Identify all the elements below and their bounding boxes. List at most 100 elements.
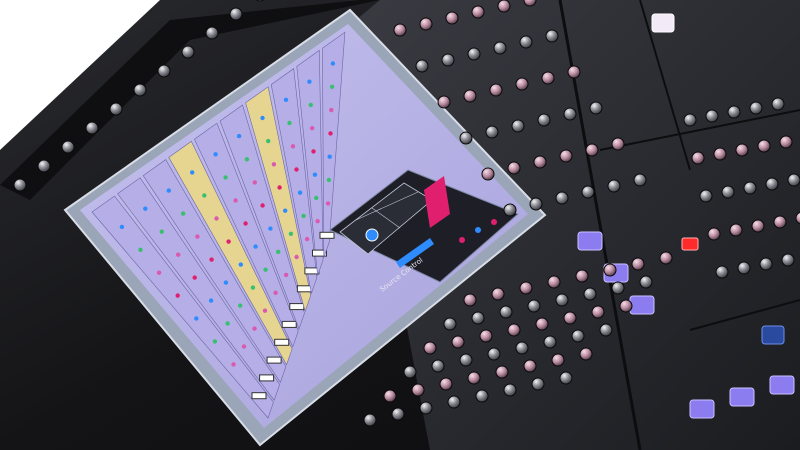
rotary-knob[interactable] [779,135,793,149]
rotary-knob[interactable] [447,395,461,409]
rotary-knob[interactable] [543,335,557,349]
rotary-knob[interactable] [527,299,541,313]
rotary-knob[interactable] [555,191,569,205]
rotary-knob[interactable] [533,155,547,169]
purple-function-button[interactable] [577,231,603,251]
purple-function-button[interactable] [769,375,795,395]
purple-function-button[interactable] [629,295,655,315]
rotary-knob[interactable] [765,177,779,191]
rotary-knob[interactable] [157,64,171,78]
rotary-knob[interactable] [575,269,589,283]
rotary-knob[interactable] [589,101,603,115]
rotary-knob[interactable] [363,413,377,427]
rotary-knob[interactable] [519,35,533,49]
rotary-knob[interactable] [705,109,719,123]
rotary-knob[interactable] [537,113,551,127]
rotary-knob[interactable] [479,329,493,343]
rotary-knob[interactable] [439,377,453,391]
rotary-knob[interactable] [551,353,565,367]
rotary-knob[interactable] [659,251,673,265]
rotary-knob[interactable] [485,125,499,139]
rotary-knob[interactable] [713,147,727,161]
red-record-button[interactable] [681,237,699,251]
channel-name-tab[interactable] [266,356,282,364]
rotary-knob[interactable] [467,47,481,61]
rotary-knob[interactable] [599,323,613,337]
rotary-knob[interactable] [683,113,697,127]
rotary-knob[interactable] [585,143,599,157]
rotary-knob[interactable] [229,7,243,21]
rotary-knob[interactable] [547,275,561,289]
rotary-knob[interactable] [471,311,485,325]
rotary-knob[interactable] [507,161,521,175]
rotary-knob[interactable] [743,181,757,195]
rotary-knob[interactable] [773,215,787,229]
rotary-knob[interactable] [503,383,517,397]
rotary-knob[interactable] [535,317,549,331]
rotary-knob[interactable] [13,178,27,192]
rotary-knob[interactable] [639,275,653,289]
rotary-knob[interactable] [499,305,513,319]
rotary-knob[interactable] [529,197,543,211]
rotary-knob[interactable] [591,305,605,319]
rotary-knob[interactable] [495,365,509,379]
rotary-knob[interactable] [37,159,51,173]
rotary-knob[interactable] [771,97,785,111]
rotary-knob[interactable] [721,185,735,199]
rotary-knob[interactable] [735,143,749,157]
rotary-knob[interactable] [523,359,537,373]
panner-position-dot[interactable] [365,228,379,242]
rotary-knob[interactable] [759,257,773,271]
purple-function-button[interactable] [729,387,755,407]
channel-name-tab[interactable] [289,303,305,311]
rotary-knob[interactable] [519,281,533,295]
rotary-knob[interactable] [491,287,505,301]
rotary-knob[interactable] [419,401,433,415]
channel-name-tab[interactable] [296,285,312,293]
rotary-knob[interactable] [419,17,433,31]
rotary-knob[interactable] [727,105,741,119]
channel-name-tab[interactable] [259,374,275,382]
rotary-knob[interactable] [567,65,581,79]
rotary-knob[interactable] [691,151,705,165]
rotary-knob[interactable] [467,371,481,385]
rotary-knob[interactable] [583,287,597,301]
rotary-knob[interactable] [571,329,585,343]
rotary-knob[interactable] [631,257,645,271]
purple-function-button[interactable] [689,399,715,419]
rotary-knob[interactable] [411,383,425,397]
rotary-knob[interactable] [133,83,147,97]
rotary-knob[interactable] [181,45,195,59]
rotary-knob[interactable] [415,59,429,73]
rotary-knob[interactable] [563,107,577,121]
rotary-knob[interactable] [749,101,763,115]
rotary-knob[interactable] [545,29,559,43]
rotary-knob[interactable] [515,77,529,91]
rotary-knob[interactable] [459,353,473,367]
rotary-knob[interactable] [559,149,573,163]
rotary-knob[interactable] [531,377,545,391]
channel-name-tab[interactable] [274,338,290,346]
rotary-knob[interactable] [497,0,511,13]
rotary-knob[interactable] [757,139,771,153]
rotary-knob[interactable] [445,11,459,25]
rotary-knob[interactable] [511,119,525,133]
rotary-knob[interactable] [563,311,577,325]
rotary-knob[interactable] [443,317,457,331]
rotary-knob[interactable] [459,131,473,145]
rotary-knob[interactable] [463,293,477,307]
rotary-knob[interactable] [61,140,75,154]
select-button-lit[interactable] [651,13,675,33]
rotary-knob[interactable] [559,371,573,385]
rotary-knob[interactable] [475,389,489,403]
rotary-knob[interactable] [737,261,751,275]
rotary-knob[interactable] [555,293,569,307]
rotary-knob[interactable] [437,95,451,109]
rotary-knob[interactable] [607,179,621,193]
rotary-knob[interactable] [781,253,795,267]
rotary-knob[interactable] [503,203,517,217]
rotary-knob[interactable] [441,53,455,67]
rotary-knob[interactable] [487,347,501,361]
rotary-knob[interactable] [481,167,495,181]
blue-function-button[interactable] [761,325,785,345]
